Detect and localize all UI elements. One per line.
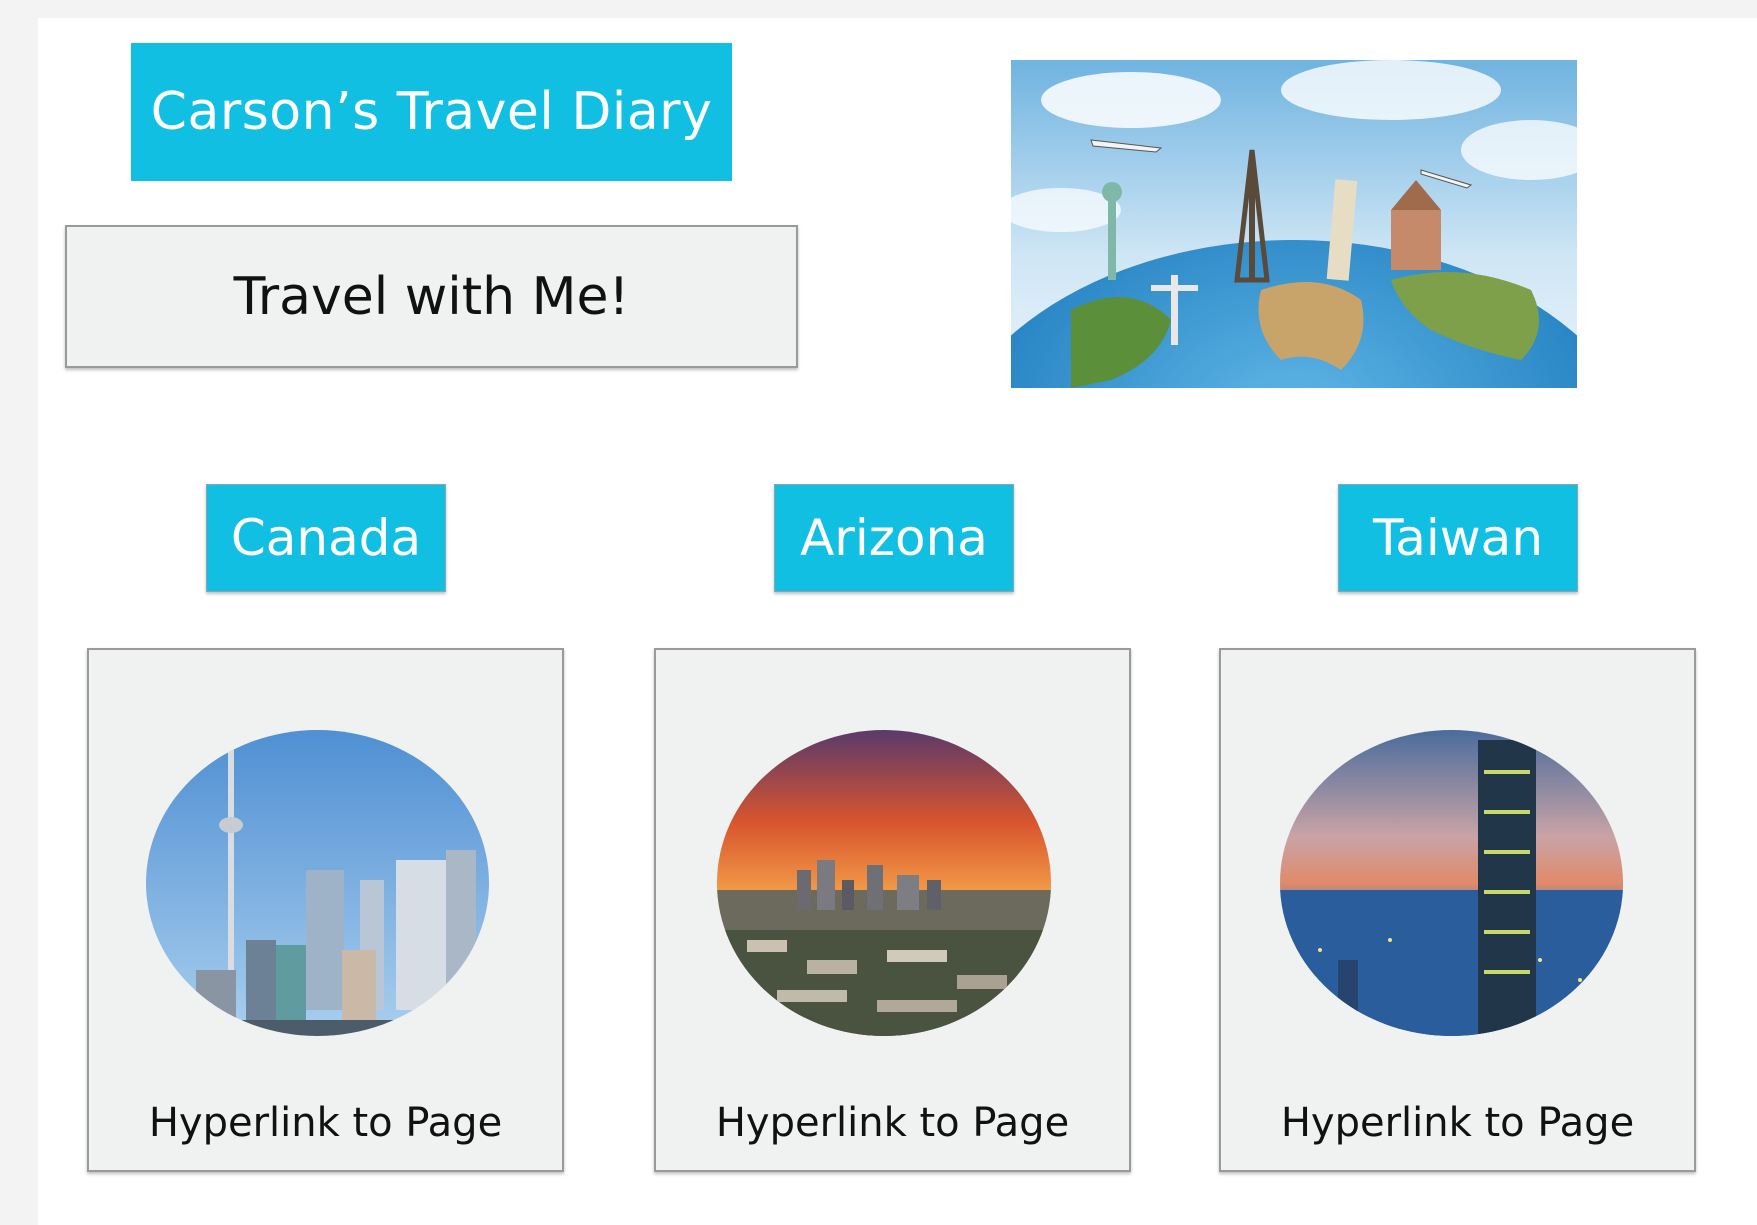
destination-button-taiwan[interactable]: Taiwan <box>1338 484 1578 592</box>
destination-button-arizona[interactable]: Arizona <box>774 484 1014 592</box>
destination-card-arizona: Hyperlink to Page <box>654 648 1131 1172</box>
site-title-banner: Carson’s Travel Diary <box>131 43 732 181</box>
destination-card-taiwan: Hyperlink to Page <box>1219 648 1696 1172</box>
taipei-101-photo-icon <box>1280 730 1623 1036</box>
destination-label: Taiwan <box>1372 509 1544 567</box>
destination-label: Arizona <box>800 509 988 567</box>
destination-card-canada: Hyperlink to Page <box>87 648 564 1172</box>
destination-button-canada[interactable]: Canada <box>206 484 446 592</box>
hyperlink-taiwan[interactable]: Hyperlink to Page <box>1221 1100 1694 1146</box>
tagline-text: Travel with Me! <box>233 266 630 327</box>
hyperlink-arizona[interactable]: Hyperlink to Page <box>656 1100 1129 1146</box>
world-landmarks-image <box>1011 60 1577 388</box>
tagline-box: Travel with Me! <box>65 225 798 368</box>
hyperlink-canada[interactable]: Hyperlink to Page <box>89 1100 562 1146</box>
phoenix-sunset-photo-icon <box>717 730 1051 1036</box>
destination-label: Canada <box>230 509 422 567</box>
site-title: Carson’s Travel Diary <box>150 82 713 142</box>
world-landmarks-globe-icon <box>1011 60 1577 388</box>
toronto-skyline-photo-icon <box>146 730 489 1036</box>
